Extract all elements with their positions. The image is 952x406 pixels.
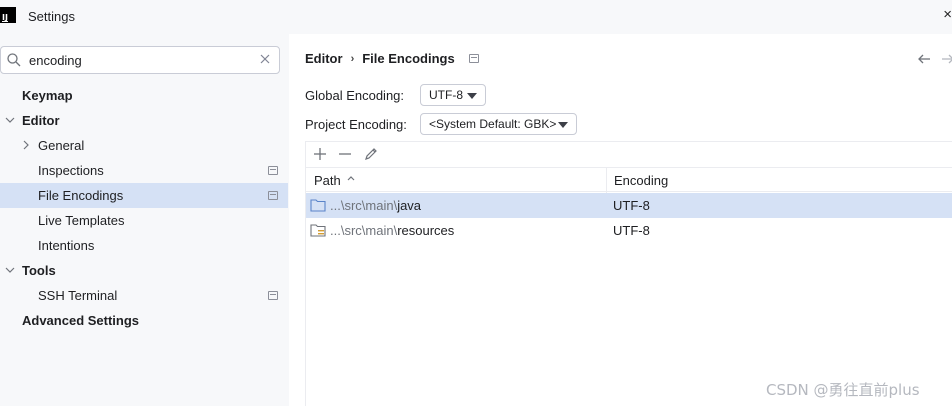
- column-header-encoding[interactable]: Encoding: [614, 173, 668, 188]
- sort-ascending-icon[interactable]: [346, 173, 356, 183]
- column-header-path[interactable]: Path: [314, 173, 341, 188]
- path-cell: ...\src\main\resources: [330, 223, 454, 238]
- sidebar-item-label: Keymap: [22, 88, 73, 103]
- path-encoding-table: Path Encoding ...\src\main\java UTF-8 ...\…: [305, 141, 952, 406]
- breadcrumb-current: File Encodings: [362, 51, 455, 66]
- path-name: resources: [397, 223, 455, 238]
- chevron-right-icon[interactable]: [21, 140, 31, 150]
- search-box: [0, 46, 280, 74]
- window-title: Settings: [28, 9, 75, 24]
- project-level-icon: [468, 54, 479, 63]
- project-level-icon: [268, 166, 278, 175]
- settings-sidebar: Keymap Editor General Inspections File Encod…: [0, 34, 289, 406]
- global-encoding-select[interactable]: UTF-8: [420, 84, 486, 106]
- sidebar-item-label: Live Templates: [38, 213, 125, 228]
- sidebar-item-ssh-terminal[interactable]: SSH Terminal: [0, 283, 289, 308]
- chevron-down-icon: [467, 93, 477, 99]
- breadcrumb-separator: ›: [350, 52, 355, 65]
- column-divider[interactable]: [606, 168, 607, 193]
- sidebar-item-label: Advanced Settings: [22, 313, 140, 328]
- encoding-cell[interactable]: UTF-8: [613, 223, 650, 238]
- search-input[interactable]: [29, 51, 249, 69]
- table-toolbar: [306, 142, 952, 167]
- watermark: CSDN @勇往直前plus: [766, 381, 920, 399]
- resources-folder-icon: [310, 224, 326, 237]
- sidebar-item-label: General: [38, 138, 85, 153]
- remove-icon[interactable]: [337, 146, 353, 162]
- sidebar-item-inspections[interactable]: Inspections: [0, 158, 289, 183]
- project-level-icon: [268, 291, 278, 300]
- edit-pencil-icon[interactable]: [363, 146, 379, 162]
- sidebar-item-label: Tools: [22, 263, 56, 278]
- forward-arrow-icon[interactable]: [941, 52, 952, 66]
- sidebar-item-advanced-settings[interactable]: Advanced Settings: [0, 308, 289, 333]
- sidebar-item-editor[interactable]: Editor: [0, 108, 289, 133]
- add-icon[interactable]: [312, 146, 328, 162]
- breadcrumb-parent[interactable]: Editor: [305, 51, 343, 66]
- chevron-down-icon: [558, 122, 568, 128]
- table-row[interactable]: ...\src\main\java UTF-8: [306, 193, 952, 218]
- back-arrow-icon[interactable]: [917, 52, 931, 66]
- sidebar-item-label: File Encodings: [38, 188, 124, 203]
- clear-search-icon[interactable]: [259, 53, 271, 65]
- folder-icon: [310, 199, 326, 212]
- sidebar-item-keymap[interactable]: Keymap: [0, 83, 289, 108]
- title-bar: IJ Settings ×: [0, 0, 952, 34]
- sidebar-item-label: Intentions: [38, 238, 95, 253]
- table-row[interactable]: ...\src\main\resources UTF-8: [306, 218, 952, 243]
- sidebar-item-intentions[interactable]: Intentions: [0, 233, 289, 258]
- path-prefix: ...\src\main\: [330, 223, 398, 238]
- breadcrumb: Editor › File Encodings: [305, 51, 479, 66]
- sidebar-item-general[interactable]: General: [0, 133, 289, 158]
- global-encoding-value: UTF-8: [429, 88, 463, 102]
- project-level-icon: [268, 191, 278, 200]
- intellij-app-icon: IJ: [0, 7, 16, 23]
- close-window-icon[interactable]: ×: [943, 6, 952, 23]
- chevron-down-icon[interactable]: [5, 265, 15, 275]
- encoding-cell[interactable]: UTF-8: [613, 198, 650, 213]
- project-encoding-value: <System Default: GBK>: [429, 117, 557, 131]
- path-cell: ...\src\main\java: [330, 198, 421, 213]
- settings-tree: Keymap Editor General Inspections File Encod…: [0, 83, 289, 333]
- settings-content: Editor › File Encodings Global Encoding:…: [289, 34, 952, 406]
- table-header: Path Encoding: [306, 167, 952, 193]
- project-encoding-select[interactable]: <System Default: GBK>: [420, 113, 577, 135]
- chevron-down-icon[interactable]: [5, 115, 15, 125]
- sidebar-item-tools[interactable]: Tools: [0, 258, 289, 283]
- sidebar-item-label: SSH Terminal: [38, 288, 118, 303]
- sidebar-item-live-templates[interactable]: Live Templates: [0, 208, 289, 233]
- path-prefix: ...\src\main\: [330, 198, 398, 213]
- search-icon: [7, 53, 21, 67]
- project-encoding-label: Project Encoding:: [305, 117, 407, 132]
- global-encoding-label: Global Encoding:: [305, 88, 405, 103]
- sidebar-item-label: Inspections: [38, 163, 104, 178]
- path-name: java: [397, 198, 422, 213]
- sidebar-item-file-encodings[interactable]: File Encodings: [0, 183, 288, 208]
- sidebar-item-label: Editor: [22, 113, 60, 128]
